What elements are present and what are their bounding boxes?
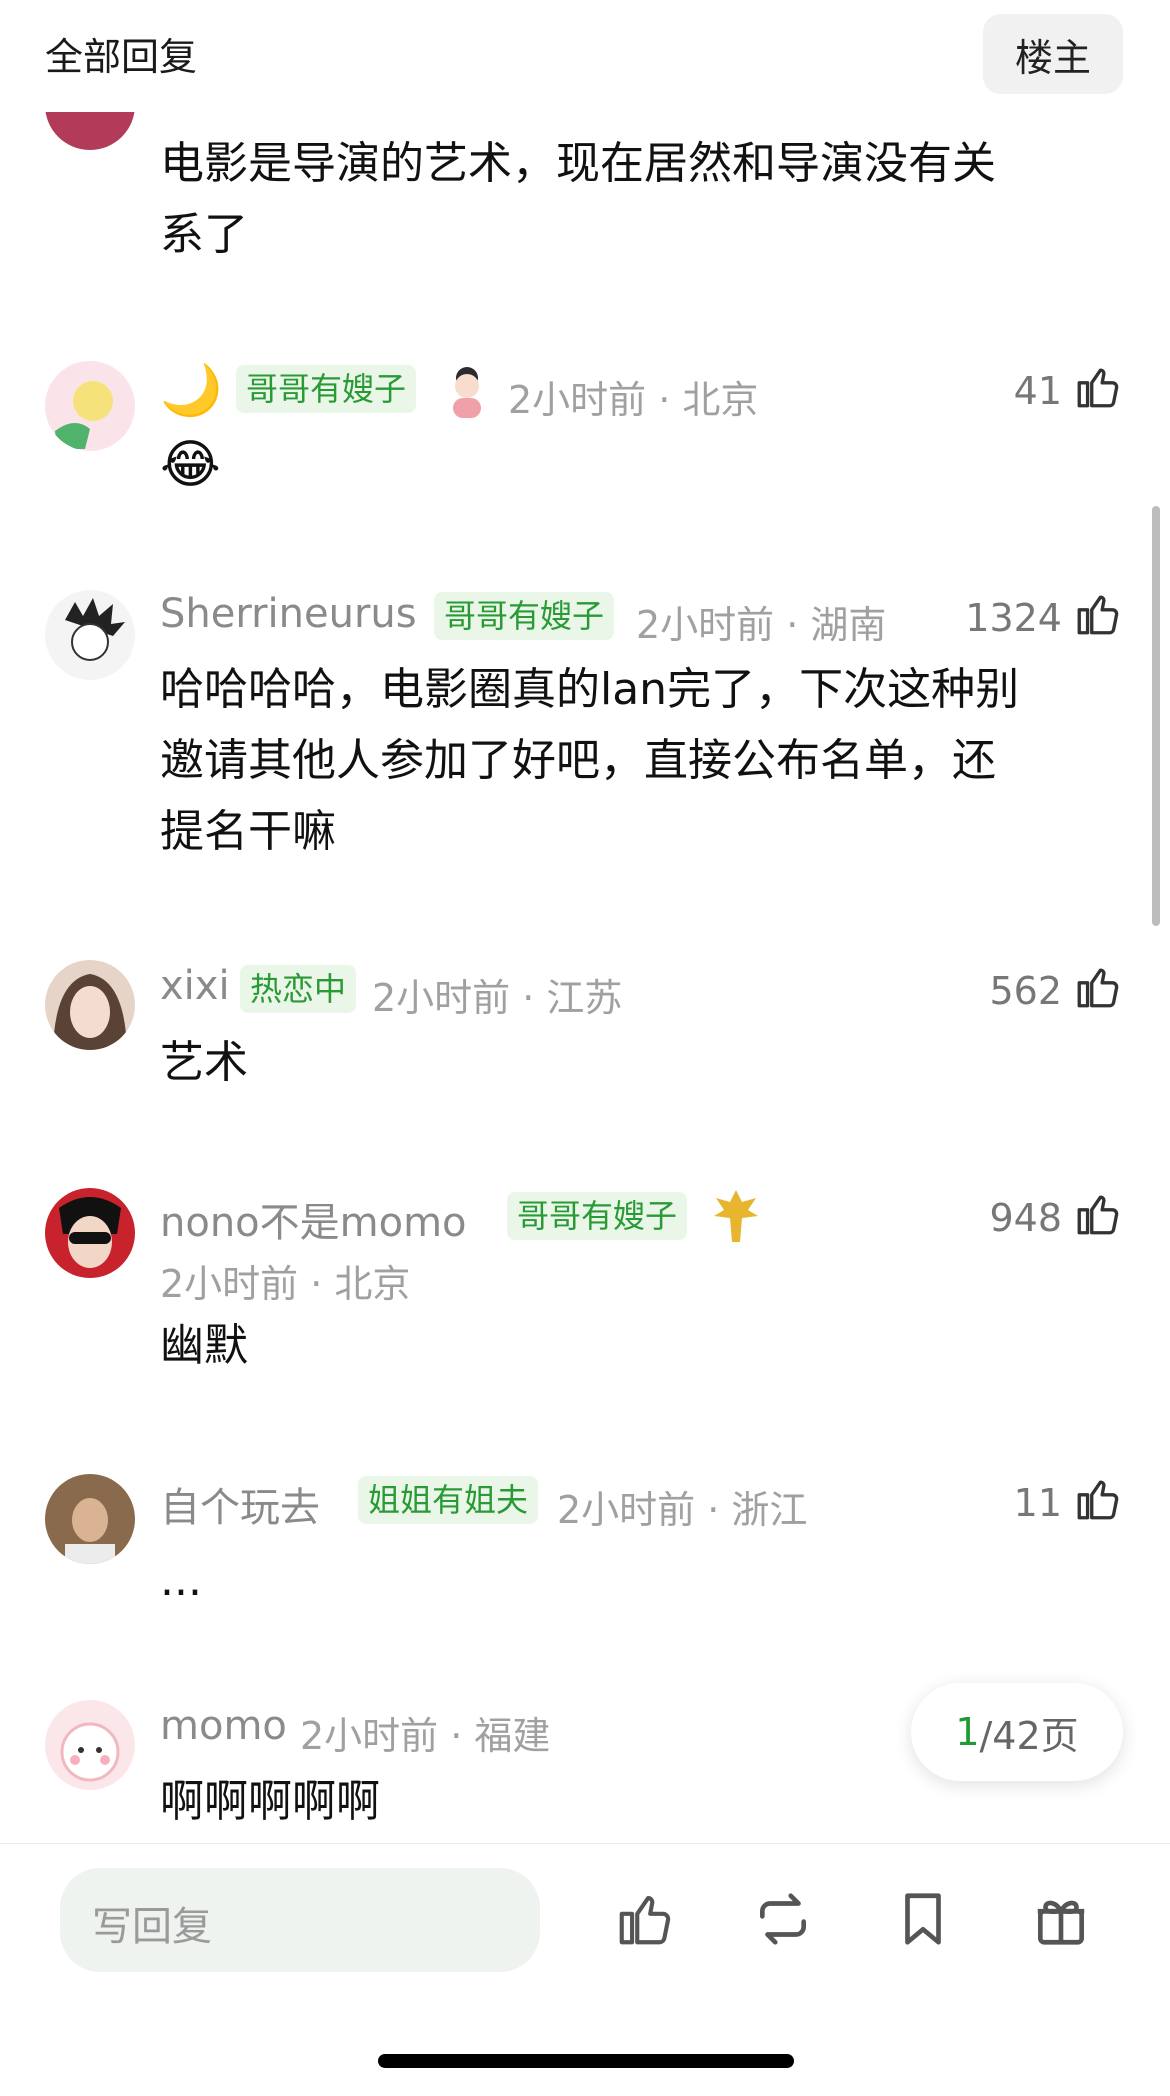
user-name[interactable]: 🌙 — [160, 361, 222, 420]
page-indicator[interactable]: 1 /42页 — [911, 1683, 1123, 1781]
comment-text: 😂 — [160, 435, 221, 495]
fan-badge: 哥哥有嫂子 — [507, 1192, 688, 1240]
owner-only-button[interactable]: 楼主 — [983, 14, 1123, 94]
like-icon[interactable] — [1073, 589, 1123, 639]
bottom-action-bar: 写回复 — [0, 1843, 1170, 2096]
avatar[interactable] — [45, 960, 135, 1050]
comment-text: 电影是导演的艺术，现在居然和导演没有关 系了 — [160, 138, 996, 260]
post-meta: 2小时前 · 北京 — [508, 378, 759, 422]
like-icon[interactable] — [1073, 1189, 1123, 1239]
repost-icon[interactable] — [752, 1888, 814, 1950]
user-name[interactable]: xixi — [160, 963, 230, 1009]
current-page: 1 — [955, 1710, 980, 1754]
post-meta: 2小时前 · 湖南 — [636, 603, 887, 647]
avatar[interactable] — [45, 1188, 135, 1278]
fan-badge: 哥哥有嫂子 — [236, 365, 417, 413]
like-icon[interactable] — [614, 1888, 676, 1950]
fan-badge: 热恋中 — [240, 965, 357, 1013]
sticker-icon — [708, 1186, 764, 1246]
like-icon[interactable] — [1073, 1474, 1123, 1524]
fan-badge: 哥哥有嫂子 — [434, 592, 615, 640]
like-count: 948 — [989, 1196, 1062, 1240]
fan-badge: 姐姐有姐夫 — [358, 1476, 539, 1524]
page-title: 全部回复 — [45, 35, 198, 79]
reply-input[interactable]: 写回复 — [60, 1868, 540, 1972]
comment-text: ... — [160, 1555, 202, 1606]
total-pages: /42页 — [979, 1713, 1079, 1758]
comment-text: 艺术 — [160, 1037, 248, 1088]
post-meta: 2小时前 · 北京 — [160, 1262, 411, 1306]
scrollbar[interactable] — [1152, 506, 1160, 926]
like-count: 11 — [1013, 1481, 1062, 1525]
avatar[interactable] — [45, 1700, 135, 1790]
comment-text: 幽默 — [160, 1320, 248, 1371]
user-name[interactable]: 自个玩去 — [160, 1475, 320, 1533]
header: 全部回复 楼主 — [0, 0, 1170, 112]
user-name[interactable]: momo — [160, 1703, 287, 1749]
sticker-avatar — [444, 364, 490, 420]
post-meta: 2小时前 · 福建 — [300, 1714, 551, 1758]
post-meta: 2小时前 · 江苏 — [372, 976, 623, 1020]
comment-text: 啊啊啊啊啊 — [160, 1776, 380, 1827]
like-icon[interactable] — [1073, 962, 1123, 1012]
like-count: 1324 — [965, 596, 1062, 640]
avatar[interactable] — [45, 361, 135, 451]
home-indicator — [378, 2054, 794, 2068]
avatar[interactable] — [45, 590, 135, 680]
gift-icon[interactable] — [1030, 1888, 1092, 1950]
comment-text: 哈哈哈哈，电影圈真的lan完了，下次这种别 邀请其他人参加了好吧，直接公布名单，… — [160, 664, 1020, 857]
reply-placeholder: 写回复 — [92, 1904, 212, 1950]
like-icon[interactable] — [1073, 362, 1123, 412]
like-count: 562 — [989, 969, 1062, 1013]
user-name[interactable]: nono不是momo — [160, 1190, 467, 1248]
bookmark-icon[interactable] — [892, 1888, 954, 1950]
like-count: 41 — [1013, 369, 1062, 413]
user-name[interactable]: Sherrineurus — [160, 591, 417, 637]
post-meta: 2小时前 · 浙江 — [557, 1488, 808, 1532]
avatar[interactable] — [45, 1474, 135, 1564]
